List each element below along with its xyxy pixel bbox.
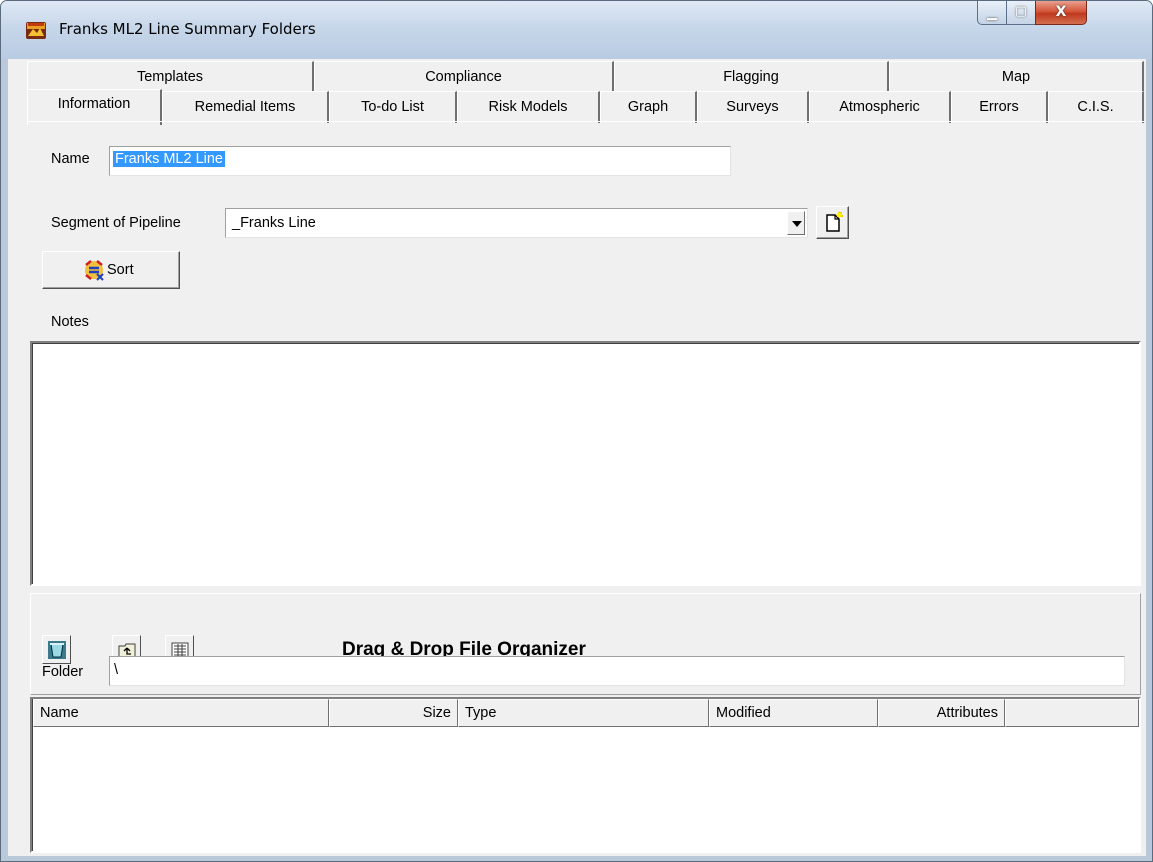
minimize-button[interactable]: ▁ <box>977 1 1007 25</box>
tab-errors[interactable]: Errors <box>951 91 1048 123</box>
tab-atmospheric[interactable]: Atmospheric <box>809 91 951 123</box>
segment-select-value: _Franks Line <box>232 215 316 231</box>
new-document-icon <box>826 211 843 232</box>
tab-graph[interactable]: Graph <box>600 91 697 123</box>
tab-to-do-list[interactable]: To-do List <box>329 91 457 123</box>
maximize-icon: ▢ <box>1014 4 1028 19</box>
column-header-attributes[interactable]: Attributes <box>878 699 1005 727</box>
name-input[interactable]: Franks ML2 Line <box>109 146 731 176</box>
app-window: Franks ML2 Line Summary Folders ▁ ▢ X Te… <box>0 0 1153 862</box>
tab-information[interactable]: Information <box>27 89 162 125</box>
tab-panel-edge <box>27 121 1144 122</box>
tab-surveys[interactable]: Surveys <box>697 91 809 123</box>
notes-label: Notes <box>51 314 89 330</box>
folder-path-input[interactable]: \ <box>109 656 1125 686</box>
tab-row-back: Templates Compliance Flagging Map <box>27 61 1146 93</box>
tab-cis[interactable]: C.I.S. <box>1048 91 1144 123</box>
title-bar[interactable]: Franks ML2 Line Summary Folders ▁ ▢ X <box>1 1 1152 59</box>
close-button[interactable]: X <box>1035 1 1087 25</box>
tab-remedial-items[interactable]: Remedial Items <box>162 91 329 123</box>
folder-label: Folder <box>42 664 84 680</box>
segment-label: Segment of Pipeline <box>51 215 181 231</box>
maximize-button[interactable]: ▢ <box>1006 1 1036 25</box>
sort-button-label: Sort <box>107 262 134 278</box>
notes-textarea[interactable] <box>30 341 1141 586</box>
file-list[interactable]: Name Size Type Modified Attributes <box>30 697 1141 853</box>
column-header-modified[interactable]: Modified <box>709 699 878 727</box>
tab-map[interactable]: Map <box>889 61 1144 93</box>
name-input-value: Franks ML2 Line <box>113 151 225 167</box>
window-title: Franks ML2 Line Summary Folders <box>59 20 316 38</box>
segment-select[interactable]: _Franks Line <box>225 208 808 238</box>
sort-button[interactable]: Sort <box>42 251 180 289</box>
name-label: Name <box>51 151 90 167</box>
recycle-bin-icon <box>48 641 66 659</box>
new-document-button[interactable] <box>816 206 849 239</box>
column-header-filler <box>1005 699 1139 727</box>
tab-risk-models[interactable]: Risk Models <box>457 91 600 123</box>
chevron-down-icon[interactable] <box>787 211 805 235</box>
recycle-bin-button[interactable] <box>42 635 71 664</box>
column-header-name[interactable]: Name <box>33 699 329 727</box>
minimize-icon: ▁ <box>987 6 997 21</box>
tab-row-front: Remedial Items To-do List Risk Models Gr… <box>27 89 1146 125</box>
tab-flagging[interactable]: Flagging <box>614 61 889 93</box>
app-logo-icon[interactable] <box>25 19 47 41</box>
column-header-type[interactable]: Type <box>458 699 709 727</box>
close-icon: X <box>1055 4 1067 20</box>
tab-compliance[interactable]: Compliance <box>314 61 614 93</box>
column-header-size[interactable]: Size <box>329 699 458 727</box>
sort-icon <box>85 260 104 281</box>
folder-path-value: \ <box>114 662 119 678</box>
